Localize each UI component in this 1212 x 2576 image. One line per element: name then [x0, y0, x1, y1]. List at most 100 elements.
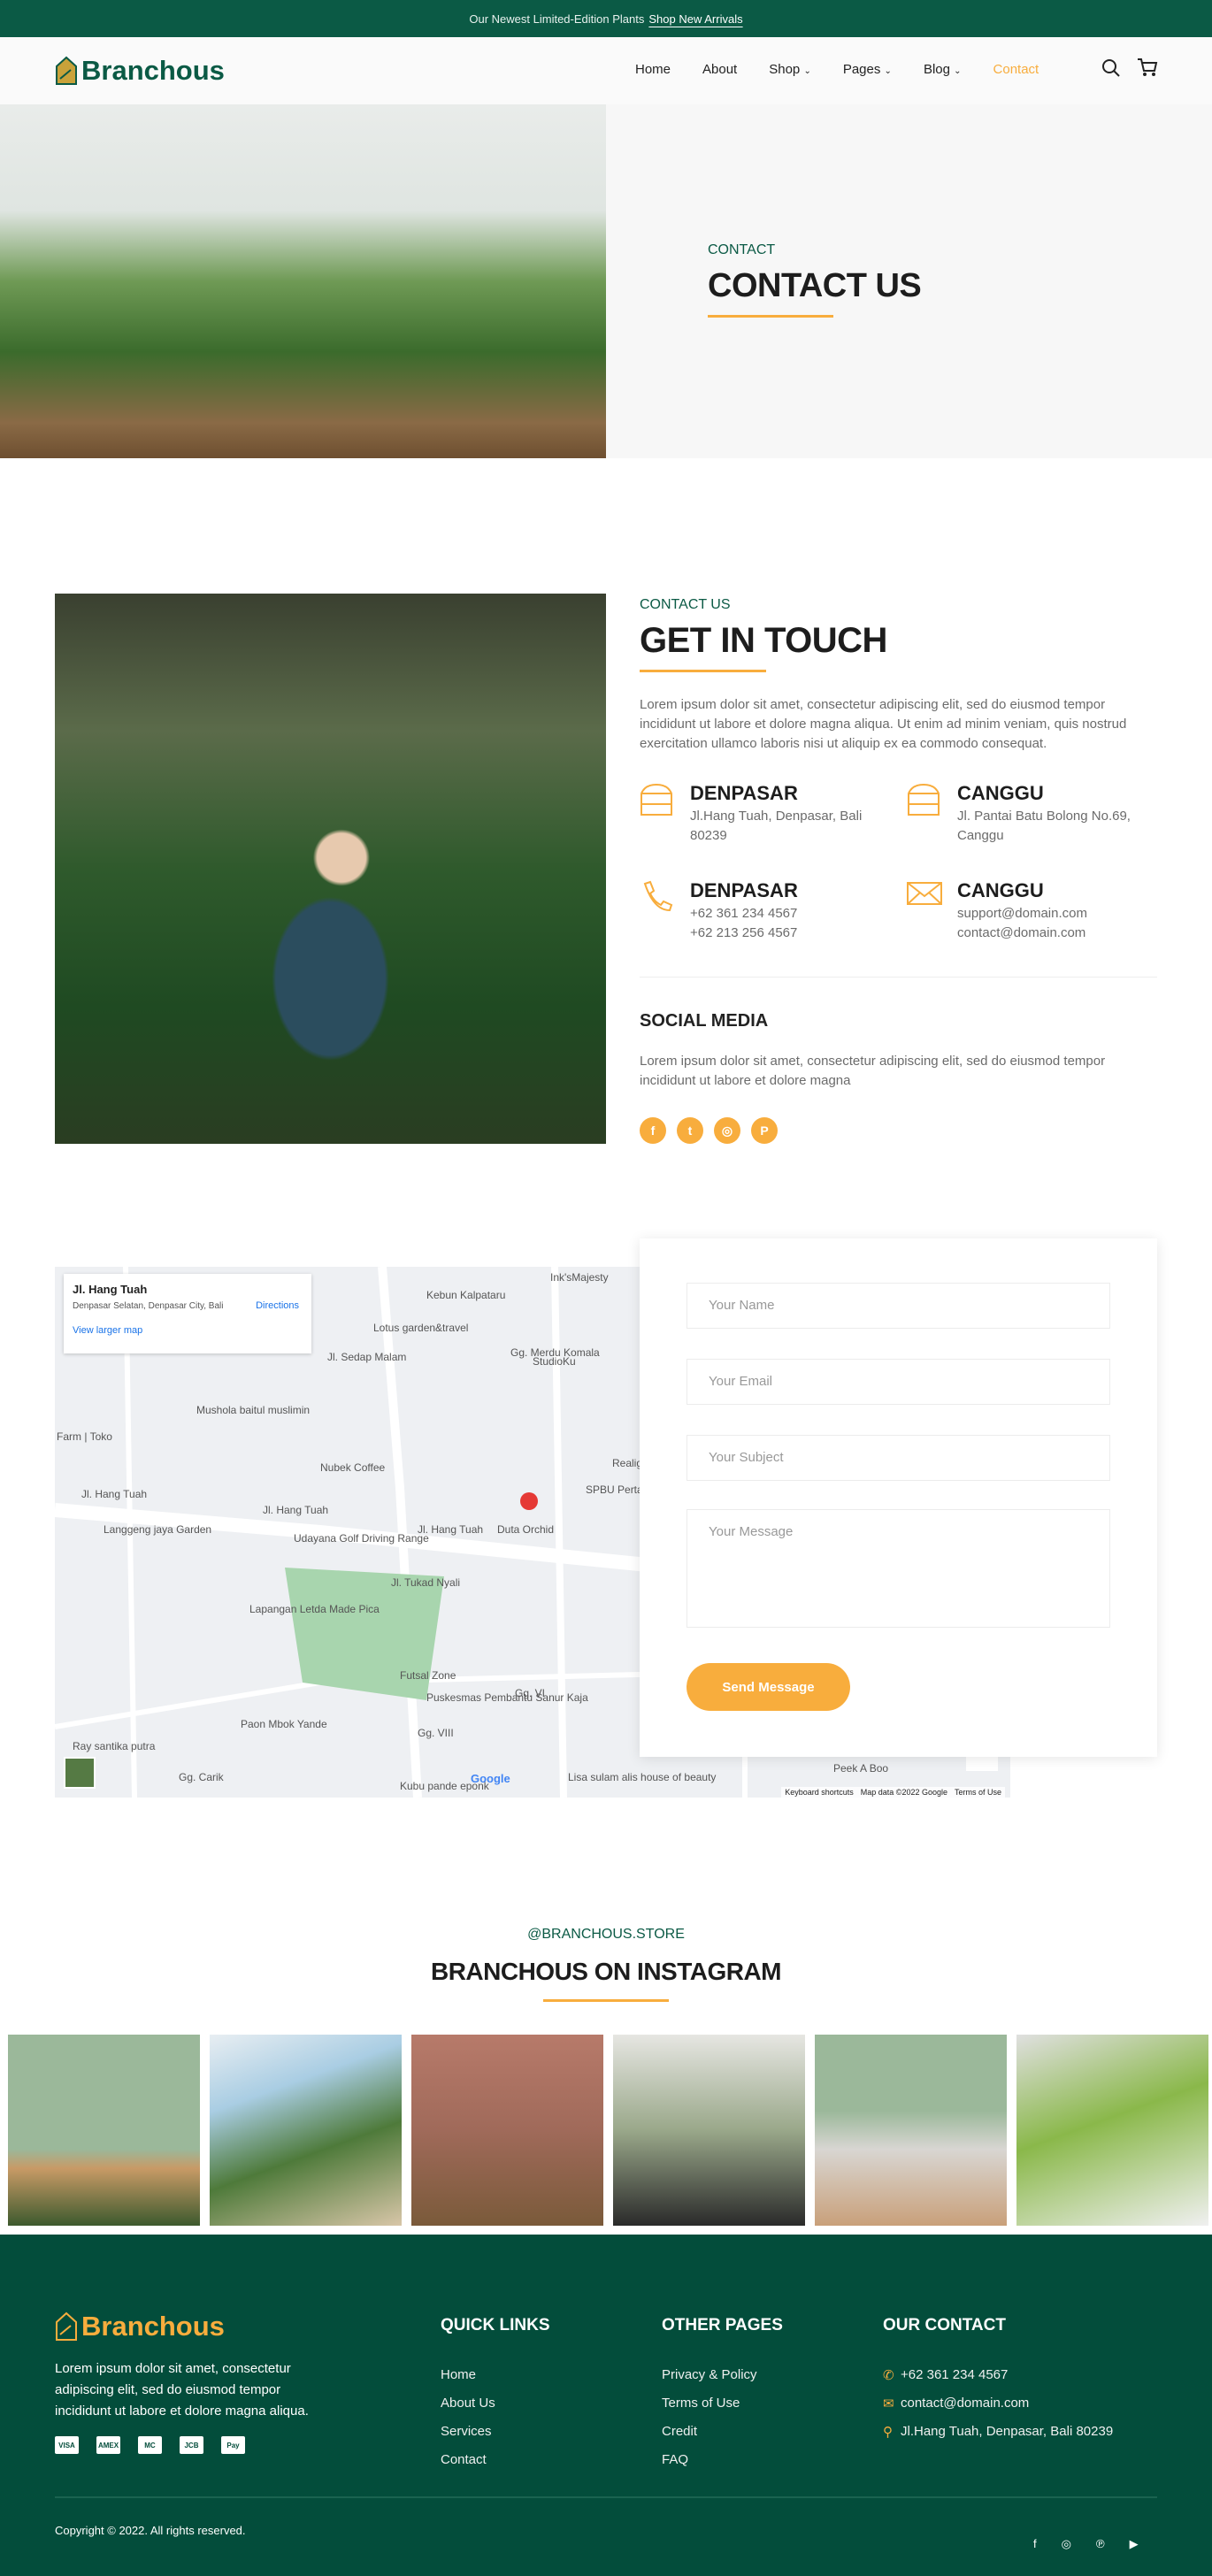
map-label: Jl. Tukad Nyali — [391, 1576, 461, 1589]
footer-link[interactable]: About Us — [441, 2396, 495, 2411]
footer-link[interactable]: FAQ — [662, 2452, 688, 2467]
info-text: +62 361 234 4567 +62 213 256 4567 — [690, 906, 798, 940]
map-label: Gg. VI — [515, 1687, 546, 1699]
map-pin-icon: ⚲ — [883, 2425, 893, 2440]
chevron-down-icon: ⌄ — [803, 66, 811, 76]
payment-methods: VISA AMEX MC JCB Pay — [55, 2436, 245, 2454]
map-label: Ink'sMajesty — [550, 1271, 609, 1284]
info-text: Jl.Hang Tuah, Denpasar, Bali 80239 — [690, 809, 863, 843]
nav-blog[interactable]: Blog ⌄ — [924, 62, 962, 77]
footer-link[interactable]: Contact — [441, 2452, 487, 2467]
info-title: CANGGU — [957, 782, 1044, 804]
subject-input[interactable]: Your Subject — [687, 1435, 1110, 1481]
instagram-handle[interactable]: @BRANCHOUS.STORE — [0, 1927, 1212, 1943]
mastercard-icon: MC — [138, 2436, 162, 2454]
footer-link[interactable]: Privacy & Policy — [662, 2367, 757, 2382]
title-underline — [708, 315, 833, 318]
main-nav: Home About Shop ⌄ Pages ⌄ Blog ⌄ Contact — [635, 62, 1070, 77]
nav-pages[interactable]: Pages ⌄ — [843, 62, 892, 77]
map-label: Kebun Kalpataru — [426, 1289, 506, 1301]
instagram-photo[interactable] — [8, 2035, 200, 2226]
announcement-text: Our Newest Limited-Edition Plants — [469, 12, 645, 26]
pinterest-icon[interactable]: P — [751, 1117, 778, 1144]
footer-link[interactable]: Services — [441, 2424, 492, 2439]
facebook-icon[interactable]: f — [1033, 2537, 1037, 2551]
copyright: Copyright © 2022. All rights reserved. — [55, 2524, 246, 2537]
nav-home[interactable]: Home — [635, 62, 671, 77]
google-logo: Google — [471, 1772, 510, 1785]
instagram-icon[interactable]: ◎ — [714, 1117, 740, 1144]
map-label: Gg. VIII — [418, 1727, 454, 1739]
phone-icon: ✆ — [883, 2368, 894, 2383]
footer-link[interactable]: Terms of Use — [662, 2396, 740, 2411]
footer-social: f ◎ ℗ ▶ — [1033, 2537, 1139, 2551]
map-label: Udayana Golf Driving Range — [294, 1532, 429, 1545]
instagram-photo[interactable] — [411, 2035, 603, 2226]
youtube-icon[interactable]: ▶ — [1130, 2537, 1139, 2551]
map-label: Nubek Coffee — [320, 1461, 386, 1474]
other-pages-title: OTHER PAGES — [662, 2316, 783, 2334]
pinterest-icon[interactable]: ℗ — [1096, 2537, 1105, 2551]
info-text: Jl. Pantai Batu Bolong No.69, Canggu — [957, 809, 1131, 843]
message-textarea[interactable]: Your Message — [687, 1509, 1110, 1628]
nav-shop[interactable]: Shop ⌄ — [769, 62, 811, 77]
map-label: Gg. Merdu Komala — [510, 1346, 600, 1359]
footer-link[interactable]: Home — [441, 2367, 476, 2382]
title-underline — [640, 670, 766, 672]
instagram-photo[interactable] — [815, 2035, 1007, 2226]
instagram-photo[interactable] — [1016, 2035, 1208, 2226]
footer-contact-item: contact@domain.com — [901, 2396, 1030, 2411]
touch-eyebrow: CONTACT US — [640, 597, 731, 612]
divider — [640, 977, 1157, 978]
directions-link[interactable]: Directions — [256, 1300, 299, 1311]
map-label: Langgeng jaya Garden — [104, 1523, 212, 1536]
map-data: Map data ©2022 Google — [860, 1788, 947, 1797]
info-title: DENPASAR — [690, 782, 798, 804]
hero-plants-image — [0, 104, 606, 458]
twitter-icon[interactable]: t — [677, 1117, 703, 1144]
instagram-icon[interactable]: ◎ — [1062, 2537, 1071, 2551]
hero-title-area: CONTACT CONTACT US — [606, 104, 1212, 458]
keyboard-shortcuts-link[interactable]: Keyboard shortcuts — [785, 1788, 854, 1797]
info-title: DENPASAR — [690, 879, 798, 901]
terms-link[interactable]: Terms of Use — [955, 1788, 1001, 1797]
footer-contact-item: +62 361 234 4567 — [901, 2367, 1009, 2382]
shop-new-arrivals-link[interactable]: Shop New Arrivals — [648, 12, 742, 26]
footer-logo[interactable]: Branchous — [55, 2311, 225, 2342]
house-logo-icon — [56, 56, 77, 85]
name-input[interactable]: Your Name — [687, 1283, 1110, 1329]
social-links: f t ◎ P — [640, 1117, 778, 1144]
instagram-title: BRANCHOUS ON INSTAGRAM — [430, 1958, 782, 1985]
visa-icon: VISA — [55, 2436, 79, 2454]
store-icon — [640, 783, 673, 821]
map-label: Lapangan Letda Made Pica — [249, 1603, 380, 1615]
instagram-photo[interactable] — [210, 2035, 402, 2226]
info-text: support@domain.com contact@domain.com — [957, 906, 1087, 940]
title-underline — [543, 1999, 669, 2002]
email-input[interactable]: Your Email — [687, 1359, 1110, 1405]
page-title: CONTACT US — [708, 267, 922, 304]
nav-about[interactable]: About — [702, 62, 737, 77]
satellite-toggle[interactable] — [64, 1757, 96, 1789]
send-message-button[interactable]: Send Message — [687, 1663, 850, 1711]
nav-contact[interactable]: Contact — [993, 62, 1039, 77]
footer-divider — [55, 2496, 1157, 2498]
contact-form: Your Name Your Email Your Subject Your M… — [640, 1238, 1157, 1757]
facebook-icon[interactable]: f — [640, 1117, 666, 1144]
logo[interactable]: Branchous — [55, 55, 225, 87]
envelope-icon — [907, 880, 942, 911]
touch-title: GET IN TOUCH — [640, 621, 887, 660]
our-contact-title: OUR CONTACT — [883, 2316, 1006, 2334]
site-footer: Branchous Lorem ipsum dolor sit amet, co… — [0, 2235, 1212, 2576]
chevron-down-icon: ⌄ — [954, 66, 962, 76]
map-label: Jl. Sedap Malam — [327, 1351, 407, 1363]
touch-description: Lorem ipsum dolor sit amet, consectetur … — [640, 697, 1127, 751]
map-label: Paon Mbok Yande — [241, 1718, 327, 1730]
view-larger-map-link[interactable]: View larger map — [73, 1325, 303, 1336]
search-icon[interactable] — [1101, 58, 1121, 78]
site-header: Branchous Home About Shop ⌄ Pages ⌄ Blog… — [0, 37, 1212, 104]
cart-icon[interactable] — [1137, 57, 1158, 78]
footer-link[interactable]: Credit — [662, 2424, 697, 2439]
instagram-photo[interactable] — [613, 2035, 805, 2226]
hero-eyebrow: CONTACT — [708, 242, 776, 257]
